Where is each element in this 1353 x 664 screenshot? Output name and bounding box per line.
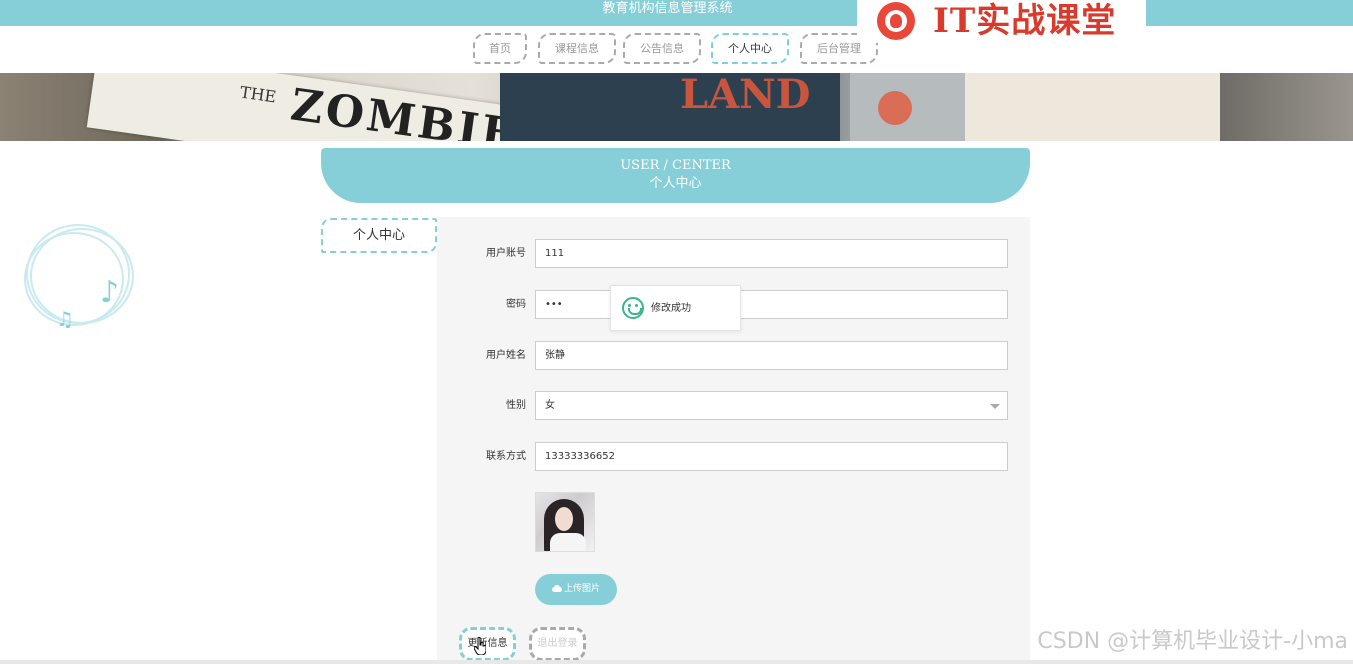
banner-text-right: LAND (680, 73, 811, 118)
name-field[interactable]: 张静 (535, 341, 1008, 370)
update-info-button[interactable]: 更新信息 (459, 627, 516, 661)
banner-book-white (965, 73, 1220, 141)
logo-icon (877, 2, 915, 40)
password-label: 密码 (506, 299, 526, 310)
section-title-en: USER / CENTER (620, 158, 731, 173)
nav-item-courses[interactable]: 课程信息 (538, 33, 616, 64)
gender-select[interactable]: 女 (535, 391, 1008, 420)
password-field[interactable]: ••• (535, 290, 1008, 319)
sidebar (321, 217, 437, 664)
cloud-upload-icon (551, 585, 562, 592)
watermark-logo: IT实战课堂 (857, 0, 1146, 43)
name-label: 用户姓名 (486, 350, 526, 361)
gender-label: 性别 (506, 400, 526, 411)
hand-cursor-icon (474, 637, 486, 655)
success-toast: 修改成功 (610, 285, 741, 331)
banner-image: THE ZOMBIE LAND (0, 73, 1353, 141)
section-header: USER / CENTER 个人中心 (321, 148, 1030, 203)
watermark-logo-text: IT实战课堂 (933, 1, 1117, 41)
avatar-image (535, 492, 595, 552)
gender-value: 女 (545, 400, 555, 411)
csdn-watermark: CSDN @计算机毕业设计-小ma (1037, 629, 1348, 654)
username-label: 用户账号 (486, 248, 526, 259)
banner-text-large: ZOMBIE (287, 79, 521, 141)
smile-icon (622, 297, 644, 319)
phone-field[interactable]: 13333336652 (535, 442, 1008, 471)
phone-label: 联系方式 (486, 451, 526, 462)
toast-message: 修改成功 (651, 303, 691, 314)
chevron-down-icon (990, 404, 1000, 409)
upload-image-button[interactable]: 上传图片 (535, 574, 617, 605)
music-note-icon: ♪ ♫ (24, 222, 138, 332)
username-field[interactable]: 111 (535, 239, 1008, 268)
sidebar-item-user-center[interactable]: 个人中心 (321, 218, 437, 253)
banner-book-grey (850, 73, 970, 141)
upload-button-label: 上传图片 (563, 584, 600, 594)
section-title-cn: 个人中心 (649, 176, 702, 191)
nav-item-home[interactable]: 首页 (473, 33, 527, 64)
nav-item-user-center[interactable]: 个人中心 (711, 33, 789, 64)
nav-item-announcements[interactable]: 公告信息 (623, 33, 701, 64)
logout-button[interactable]: 退出登录 (529, 627, 586, 661)
bottom-divider (0, 660, 1353, 664)
